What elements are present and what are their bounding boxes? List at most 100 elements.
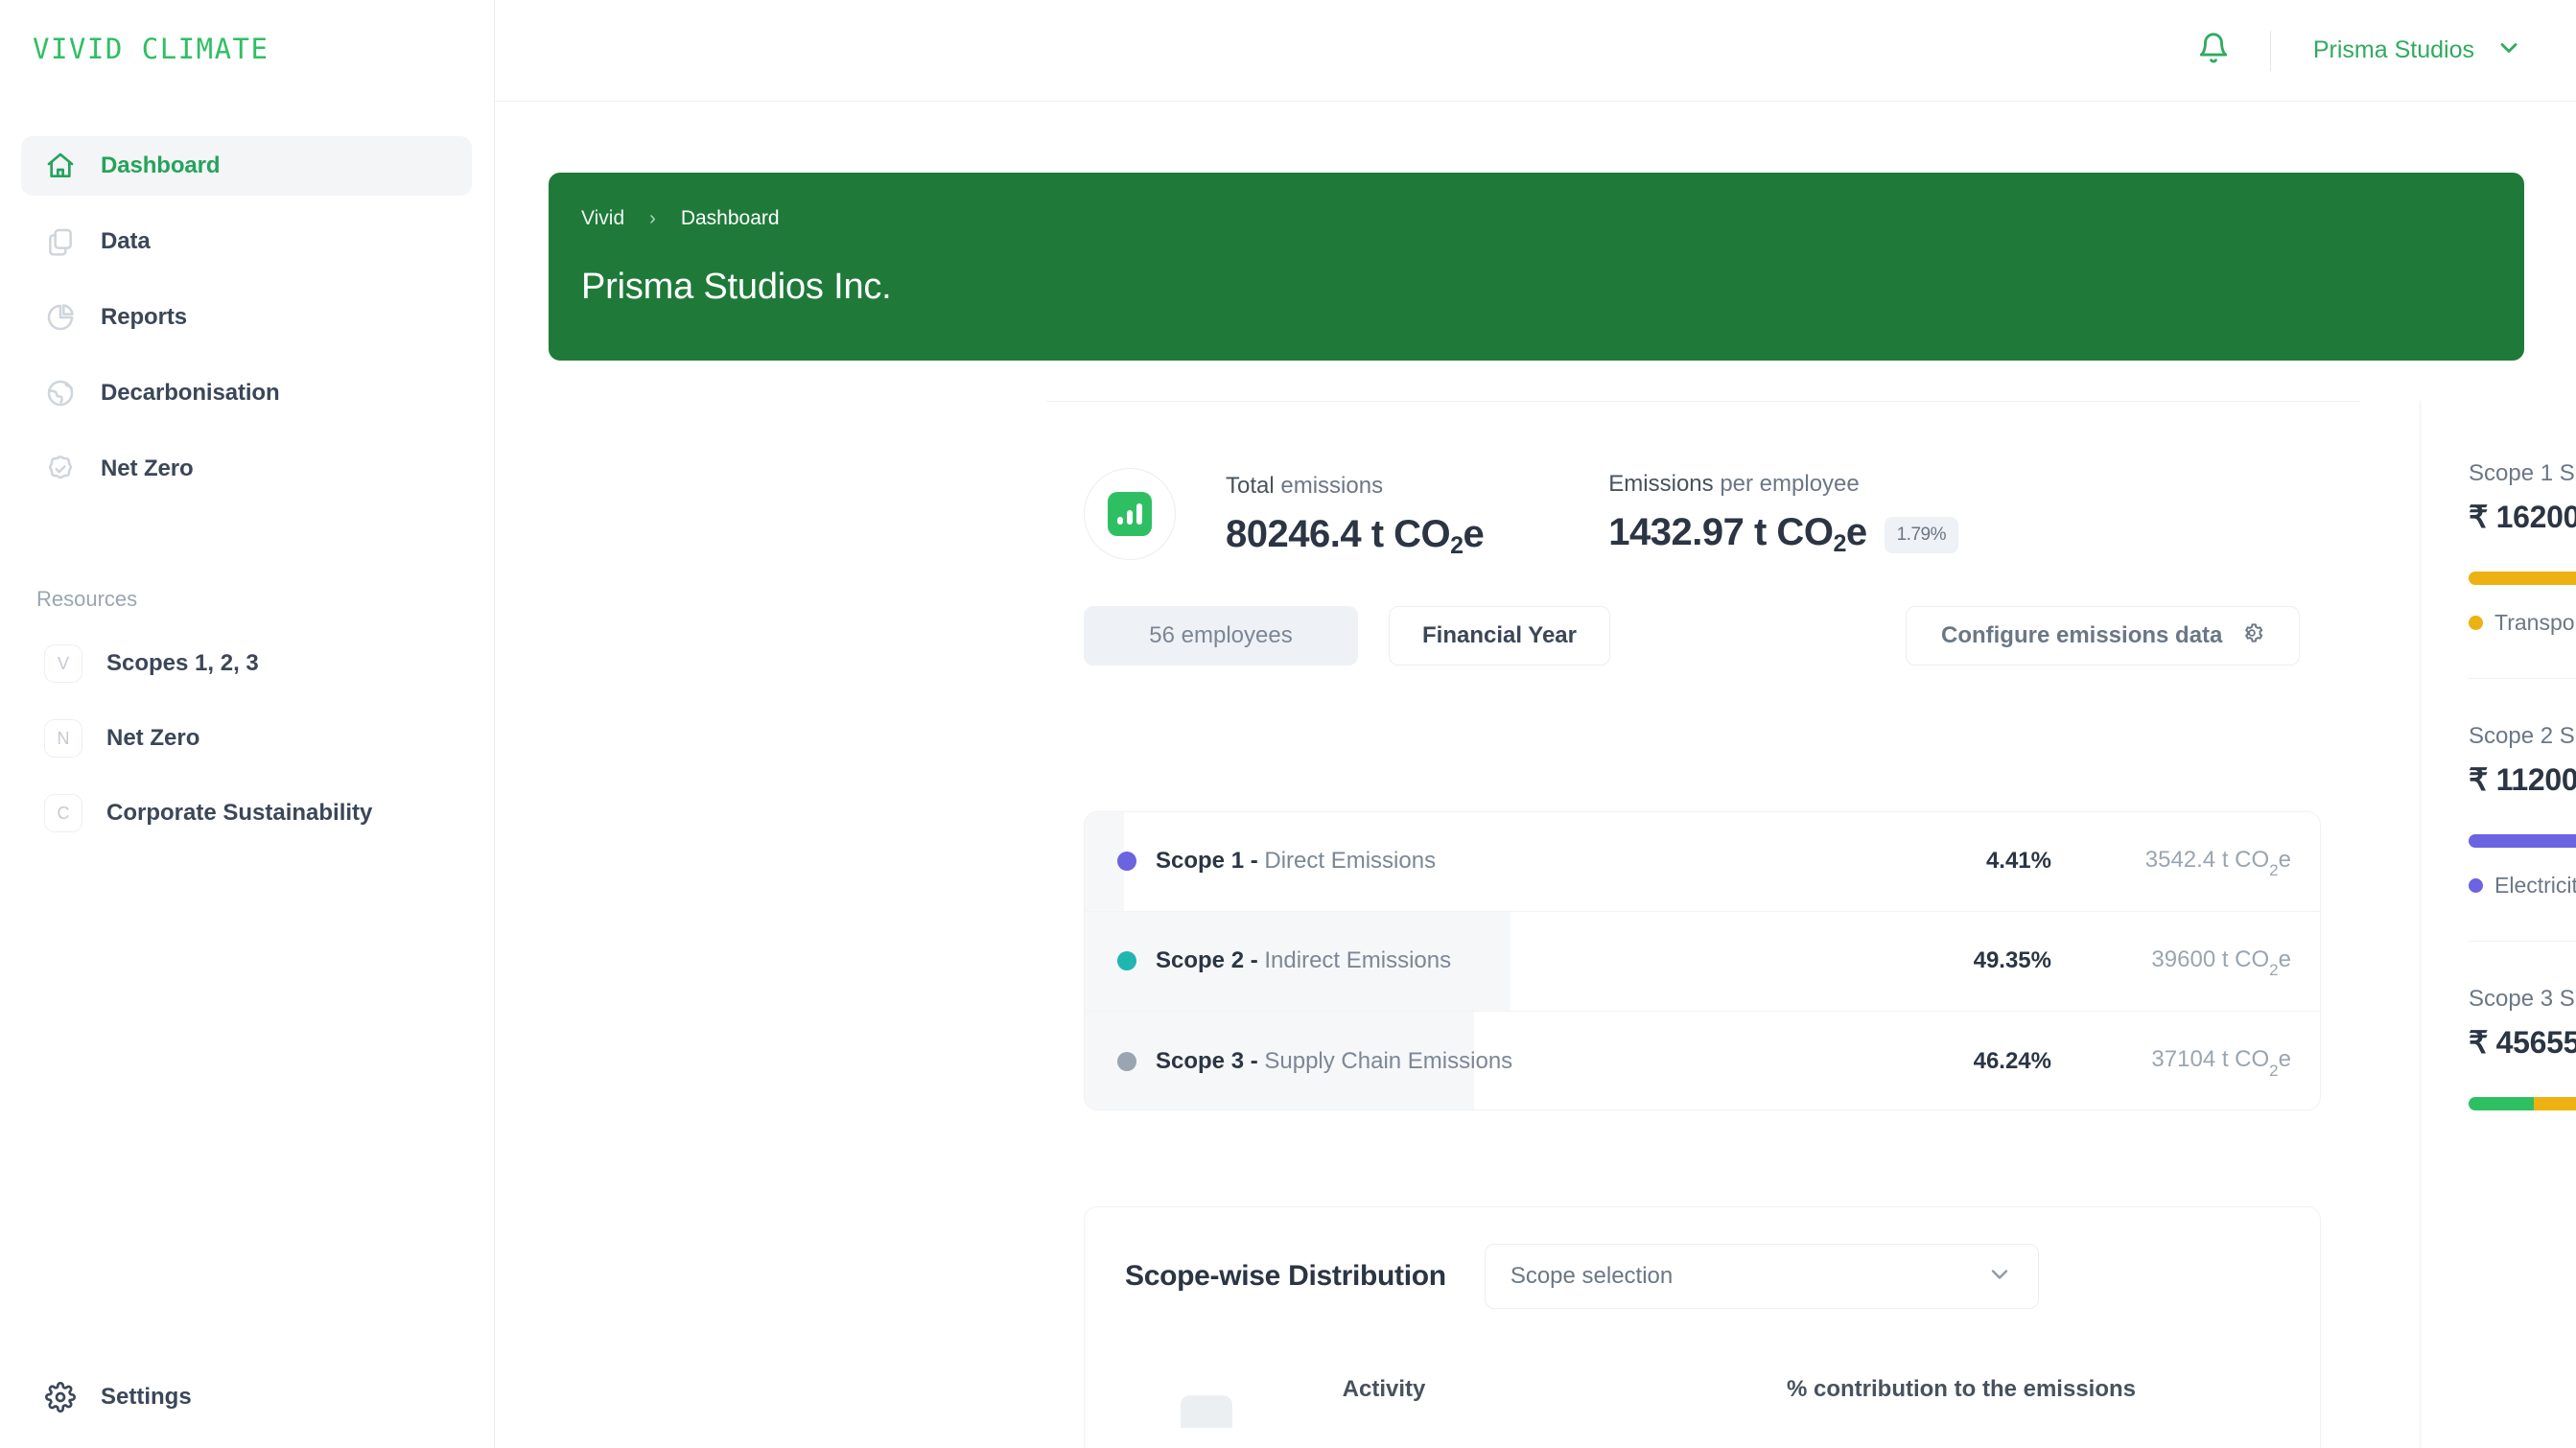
gear-icon <box>44 1381 77 1413</box>
resource-item-label: Scopes 1, 2, 3 <box>106 650 259 676</box>
spendings-amount: ₹ 112000 <box>2469 762 2576 797</box>
bar-chart-icon <box>1108 492 1152 536</box>
resource-badge-icon: N <box>44 719 82 758</box>
notifications-button[interactable] <box>2188 25 2239 77</box>
divider <box>2469 941 2576 942</box>
scope-amount: 39600 t CO2e <box>2151 946 2291 980</box>
resource-item-label: Net Zero <box>106 725 200 751</box>
table-row[interactable]: Scope 3 - Supply Chain Emissions 46.24% … <box>1085 1012 2320 1109</box>
resource-badge-icon: C <box>44 794 82 832</box>
right-panel-divider <box>2420 401 2421 1448</box>
scope-breakdown-card: Scope 1 - Direct Emissions 4.41% 3542.4 … <box>1084 811 2321 1110</box>
globe-icon <box>44 377 77 409</box>
spendings-legend: Electricity Heating <box>2469 873 2576 899</box>
emissions-per-employee-label: Emissions per employee <box>1608 470 1860 497</box>
pie-chart-icon <box>44 301 77 334</box>
legend-label: Electricity <box>2494 873 2576 898</box>
scope-2-spendings: Scope 2 Spendings ₹ 112000 Electricity H… <box>2469 723 2576 942</box>
legend-label: Transportation <box>2494 610 2576 635</box>
page-banner: Vivid › Dashboard Prisma Studios Inc. <box>549 173 2524 361</box>
scope-name: Scope 1 - Direct Emissions <box>1156 848 1437 875</box>
financial-year-button[interactable]: Financial Year <box>1389 606 1610 666</box>
sidebar-item-resource-net-zero[interactable]: N Net Zero <box>21 710 472 767</box>
spendings-label: Scope 1 Spendings <box>2469 460 2576 486</box>
scope-amount: 3542.4 t CO2e <box>2144 846 2291 880</box>
top-bar: Prisma Studios <box>495 0 2576 102</box>
spendings-label: Scope 2 Spendings <box>2469 723 2576 749</box>
distribution-row-placeholder <box>1181 1395 1232 1428</box>
bar-segment <box>2469 834 2576 848</box>
resources-heading: Resources <box>36 587 138 611</box>
sidebar: VIVID CLIMATE Dashboard Data Reports Dec… <box>0 0 495 1448</box>
sidebar-item-data[interactable]: Data <box>21 212 472 271</box>
employee-count-badge: 56 employees <box>1084 606 1358 666</box>
resources-navigation: V Scopes 1, 2, 3 N Net Zero C Corporate … <box>21 635 472 859</box>
app-logo: VIVID CLIMATE <box>33 33 269 65</box>
divider <box>2469 678 2576 679</box>
section-title: Scope-wise Distribution <box>1125 1260 1446 1292</box>
sidebar-item-label: Dashboard <box>101 152 221 178</box>
scope-selection-value: Scope selection <box>1510 1263 1674 1289</box>
scope-color-dot <box>1117 852 1136 872</box>
emissions-per-employee-value: 1432.97 t CO 2 e 1.79% <box>1608 511 1958 558</box>
scope-1-spendings: Scope 1 Spendings ₹ 162000 Transportatio… <box>2469 460 2576 679</box>
legend-item: Electricity <box>2469 873 2576 899</box>
column-header-contribution: % contribution to the emissions <box>1786 1376 2137 1402</box>
sidebar-item-reports[interactable]: Reports <box>21 288 472 347</box>
sidebar-item-net-zero[interactable]: Net Zero <box>21 439 472 499</box>
breadcrumb: Vivid › Dashboard <box>581 207 2492 230</box>
sidebar-item-settings[interactable]: Settings <box>21 1367 472 1427</box>
breadcrumb-current[interactable]: Dashboard <box>681 207 780 230</box>
home-icon <box>44 150 77 182</box>
sidebar-item-scopes-123[interactable]: V Scopes 1, 2, 3 <box>21 635 472 692</box>
configure-emissions-button[interactable]: Configure emissions data <box>1905 606 2301 666</box>
emissions-per-employee-stat: Emissions per employee 1432.97 t CO 2 e 1.… <box>1608 471 1958 558</box>
spendings-amount: ₹ 4565500 <box>2469 1025 2576 1060</box>
account-switcher[interactable]: Prisma Studios <box>2313 35 2538 66</box>
bar-segment <box>2469 1097 2535 1110</box>
sidebar-item-corporate-sustainability[interactable]: C Corporate Sustainability <box>21 784 472 842</box>
emissions-badge <box>1084 468 1176 560</box>
sidebar-item-label: Decarbonisation <box>101 380 280 406</box>
bell-icon <box>2197 32 2230 69</box>
sidebar-item-label: Net Zero <box>101 455 194 481</box>
scope-percentage: 46.24% <box>1973 1047 2051 1074</box>
page-title: Prisma Studios Inc. <box>581 267 892 307</box>
breadcrumb-root[interactable]: Vivid <box>581 207 624 230</box>
sidebar-item-label: Reports <box>101 304 187 330</box>
resource-item-label: Corporate Sustainability <box>106 800 373 826</box>
scope-name: Scope 2 - Indirect Emissions <box>1156 947 1452 974</box>
scope-wise-distribution-card: Scope-wise Distribution Scope selection … <box>1084 1206 2321 1448</box>
delta-badge: 1.79% <box>1884 516 1958 553</box>
chevron-right-icon: › <box>649 207 656 229</box>
table-row[interactable]: Scope 1 - Direct Emissions 4.41% 3542.4 … <box>1085 812 2320 912</box>
account-name: Prisma Studios <box>2312 36 2474 63</box>
spendings-amount: ₹ 162000 <box>2469 500 2576 534</box>
stats-controls: 56 employees Financial Year Configure em… <box>1084 606 2301 666</box>
check-badge-icon <box>44 453 77 485</box>
scope-color-dot <box>1117 1051 1136 1071</box>
spendings-bar <box>2469 1097 2576 1110</box>
scope-color-dot <box>1117 951 1136 971</box>
table-row[interactable]: Scope 2 - Indirect Emissions 49.35% 3960… <box>1085 912 2320 1012</box>
total-emissions-stat: Total emissions 80246.4 t CO 2 e <box>1226 472 1485 559</box>
main-content: Prisma Studios Vivid › Dashboard Prisma … <box>495 0 2576 1448</box>
scope-selection-dropdown[interactable]: Scope selection <box>1484 1244 2039 1309</box>
content-divider <box>1046 401 2360 402</box>
scope-percentage: 49.35% <box>1973 947 2051 974</box>
documents-icon <box>44 225 77 258</box>
legend-item: Transportation <box>2469 610 2576 636</box>
configure-emissions-label: Configure emissions data <box>1940 622 2223 648</box>
chevron-down-icon <box>1986 1261 2013 1293</box>
spendings-bar <box>2469 834 2576 848</box>
sidebar-item-decarbonisation[interactable]: Decarbonisation <box>21 363 472 423</box>
main-navigation: Dashboard Data Reports Decarbonisation N… <box>21 136 472 515</box>
total-emissions-label: Total emissions <box>1226 472 1384 499</box>
scope-name: Scope 3 - Supply Chain Emissions <box>1156 1047 1513 1074</box>
sidebar-item-label: Data <box>101 228 151 254</box>
bar-segment <box>2469 572 2576 585</box>
resource-badge-icon: V <box>44 644 82 683</box>
spendings-label: Scope 3 Spendings <box>2469 986 2576 1012</box>
scope-percentage: 4.41% <box>1985 848 2051 875</box>
sidebar-item-dashboard[interactable]: Dashboard <box>21 136 472 196</box>
